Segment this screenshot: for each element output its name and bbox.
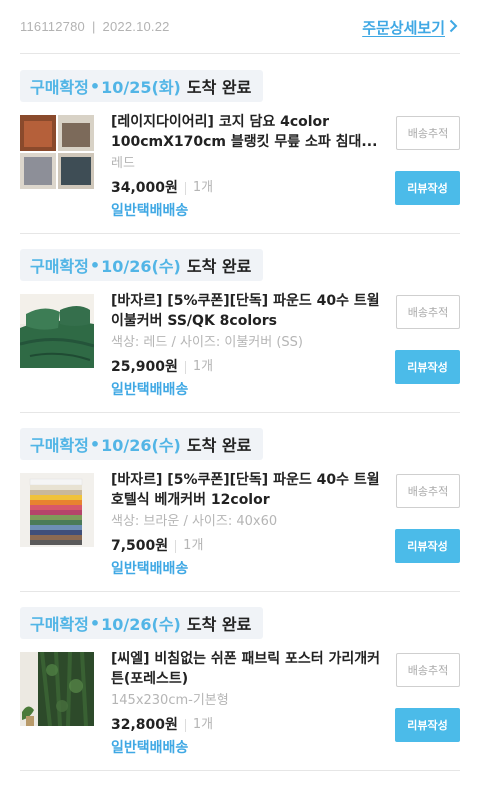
product-option: 색상: 브라운 / 사이즈: 40x60 (111, 514, 278, 529)
delivery-type: 일반택배배송 (111, 561, 189, 577)
product-quantity: 1개 (192, 180, 214, 195)
product-thumbnail[interactable] (20, 473, 94, 547)
divider (20, 233, 460, 234)
status-pill: 구매확정 • 10/26(수) 도착 완료 (20, 249, 264, 281)
status-confirm: 구매확정 (30, 78, 89, 97)
delivery-type: 일반택배배송 (111, 740, 189, 756)
order-detail-link[interactable]: 주문상세보기 (362, 17, 458, 38)
product-price: 7,500원 (111, 538, 169, 554)
product-info: [바자르] [5%쿠폰][단독] 파운드 40수 트윌 호텔식 베개커버 12c… (111, 470, 386, 578)
track-shipment-button[interactable]: 배송추적 (396, 474, 460, 508)
price-row: 34,000원 1개 (111, 179, 386, 197)
status-pill: 구매확정 • 10/26(수) 도착 완료 (20, 607, 264, 639)
status-confirm: 구매확정 (30, 257, 89, 276)
price-row: 7,500원 1개 (111, 537, 386, 555)
product-title[interactable]: [씨엘] 비침없는 쉬폰 패브릭 포스터 가리개커튼(포레스트) (111, 649, 386, 689)
status-dot: • (89, 255, 101, 275)
product-thumbnail[interactable] (20, 294, 94, 368)
price-divider (175, 539, 177, 553)
status-pill: 구매확정 • 10/26(수) 도착 완료 (20, 428, 264, 460)
product-quantity: 1개 (192, 717, 214, 732)
order-detail-label: 주문상세보기 (362, 19, 445, 37)
status-dot: • (89, 613, 101, 633)
order-number: 116112780 (20, 19, 85, 34)
write-review-button[interactable]: 리뷰작성 (395, 350, 460, 384)
status-done: 도착 완료 (186, 257, 252, 276)
status-done: 도착 완료 (186, 78, 252, 97)
delivery-type: 일반택배배송 (111, 382, 189, 398)
status-pill: 구매확정 • 10/25(화) 도착 완료 (20, 70, 264, 102)
divider (20, 53, 460, 54)
order-item: 구매확정 • 10/25(화) 도착 완료 [레이지다이어리] 코지 담요 4colo… (0, 70, 480, 249)
status-date: 10/26(수) (101, 436, 181, 455)
price-divider (184, 718, 186, 732)
product-quantity: 1개 (192, 359, 214, 374)
write-review-button[interactable]: 리뷰작성 (395, 529, 460, 563)
divider (20, 412, 460, 413)
status-done: 도착 완료 (186, 436, 252, 455)
product-price: 34,000원 (111, 180, 178, 196)
product-option: 레드 (111, 156, 135, 171)
status-done: 도착 완료 (186, 615, 252, 634)
write-review-button[interactable]: 리뷰작성 (395, 708, 460, 742)
order-item: 구매확정 • 10/26(수) 도착 완료 [씨엘] 비침없는 쉬폰 패브릭 포스터 … (0, 607, 480, 786)
product-option: 145x230cm-기본형 (111, 693, 229, 708)
write-review-button[interactable]: 리뷰작성 (395, 171, 460, 205)
order-item: 구매확정 • 10/26(수) 도착 완료 [바자르] [5%쿠폰][단독] 파운드 … (0, 249, 480, 428)
status-dot: • (89, 76, 101, 96)
product-title[interactable]: [바자르] [5%쿠폰][단독] 파운드 40수 트윌 호텔식 베개커버 12c… (111, 470, 386, 510)
price-divider (184, 181, 186, 195)
product-price: 32,800원 (111, 717, 178, 733)
status-date: 10/26(수) (101, 615, 181, 634)
order-item: 구매확정 • 10/26(수) 도착 완료 [바자르] [5%쿠폰][단독] 파운드 … (0, 428, 480, 607)
product-title[interactable]: [레이지다이어리] 코지 담요 4color 100cmX170cm 블랭킷 무… (111, 112, 386, 152)
product-thumbnail[interactable] (20, 115, 94, 189)
status-date: 10/26(수) (101, 257, 181, 276)
track-shipment-button[interactable]: 배송추적 (396, 295, 460, 329)
order-date: 2022.10.22 (102, 19, 170, 34)
product-price: 25,900원 (111, 359, 178, 375)
product-option: 색상: 레드 / 사이즈: 이불커버 (SS) (111, 335, 304, 350)
chevron-right-icon (449, 19, 458, 37)
track-shipment-button[interactable]: 배송추적 (396, 653, 460, 687)
track-shipment-button[interactable]: 배송추적 (396, 116, 460, 150)
product-quantity: 1개 (183, 538, 204, 553)
product-info: [레이지다이어리] 코지 담요 4color 100cmX170cm 블랭킷 무… (111, 112, 386, 220)
product-thumbnail[interactable] (20, 652, 94, 726)
product-info: [바자르] [5%쿠폰][단독] 파운드 40수 트윌 이불커버 SS/QK 8… (111, 291, 386, 399)
price-divider (184, 360, 186, 374)
price-row: 32,800원 1개 (111, 716, 386, 734)
price-row: 25,900원 1개 (111, 358, 386, 376)
order-meta-separator: | (91, 19, 96, 34)
status-confirm: 구매확정 (30, 615, 89, 634)
status-date: 10/25(화) (101, 78, 181, 97)
divider (20, 591, 460, 592)
order-meta: 116112780 | 2022.10.22 (20, 19, 170, 34)
status-dot: • (89, 434, 101, 454)
status-confirm: 구매확정 (30, 436, 89, 455)
product-title[interactable]: [바자르] [5%쿠폰][단독] 파운드 40수 트윌 이불커버 SS/QK 8… (111, 291, 386, 331)
delivery-type: 일반택배배송 (111, 203, 189, 219)
product-info: [씨엘] 비침없는 쉬폰 패브릭 포스터 가리개커튼(포레스트) 145x230… (111, 649, 386, 757)
order-header: 116112780 | 2022.10.22 주문상세보기 (0, 0, 480, 56)
